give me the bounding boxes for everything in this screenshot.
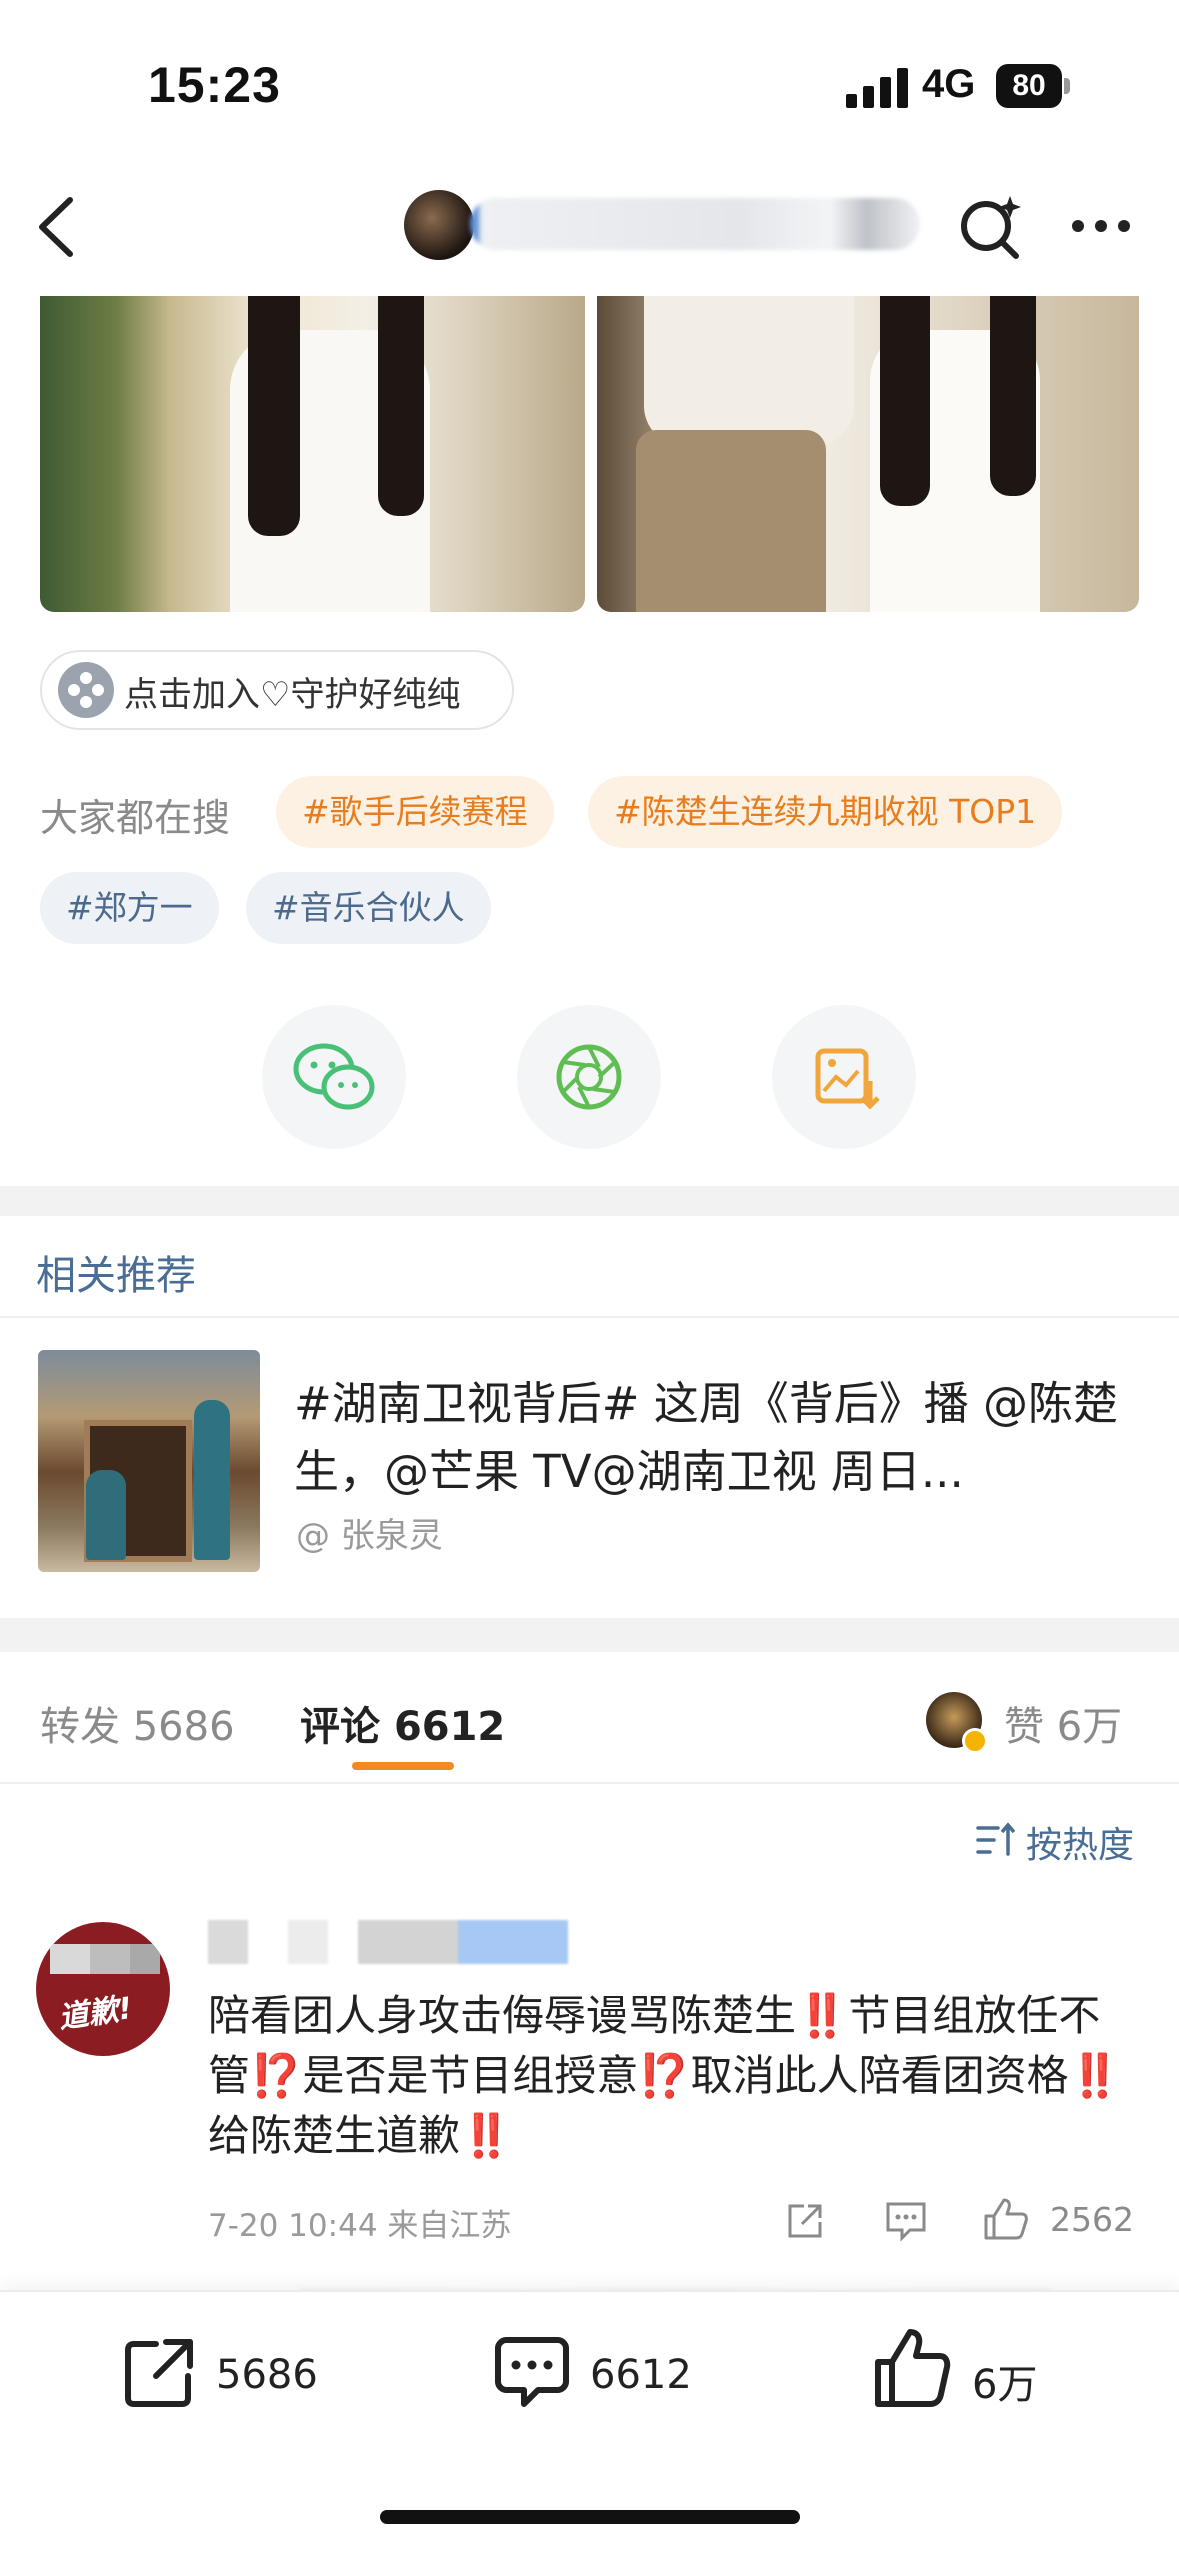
comment-meta: 7-20 10:44 来自江苏 [208, 2200, 511, 2245]
sort-by-hot[interactable]: 按热度 [1026, 1816, 1134, 1868]
comment-time: 7-20 10:44 [208, 2208, 378, 2244]
trending-tag[interactable]: #音乐合伙人 [246, 872, 491, 944]
comment-text-part: 陪看团人身攻击侮辱谩骂陈楚生 [208, 1991, 797, 2040]
author-avatar[interactable] [404, 190, 474, 260]
related-thumbnail-person [86, 1470, 126, 1560]
tab-repost-label: 转发 [40, 1704, 120, 1750]
tab-like[interactable]: 赞 6万 [1004, 1694, 1122, 1752]
bottom-like-count[interactable]: 6万 [972, 2352, 1037, 2410]
repost-icon[interactable] [120, 2332, 200, 2412]
status-time: 15:23 [148, 57, 281, 113]
trending-tag[interactable]: #陈楚生连续九期收视 TOP1 [588, 776, 1063, 848]
tab-comment[interactable]: 评论 6612 [300, 1694, 505, 1752]
verified-badge-icon [962, 1728, 988, 1754]
section-separator [0, 1618, 1179, 1652]
comment-repost-icon[interactable] [784, 2200, 826, 2242]
comment-text-part: 是否是节目组授意 [302, 2051, 639, 2100]
post-image-2-figure-sweater [644, 296, 854, 446]
active-tab-indicator [352, 1762, 454, 1770]
post-image-1-hair-left [248, 296, 300, 536]
tab-comment-count: 6612 [393, 1704, 506, 1750]
comment-like-icon[interactable] [982, 2196, 1030, 2242]
tab-comment-label: 评论 [300, 1704, 380, 1750]
battery-nub [1064, 78, 1070, 94]
tab-repost-count: 5686 [132, 1704, 235, 1750]
save-image-button[interactable] [772, 1005, 916, 1149]
signal-icon [846, 68, 908, 108]
related-post-text[interactable]: #湖南卫视背后# 这周《背后》播 @陈楚生，@芒果 TV@湖南卫视 周日... [294, 1370, 1144, 1506]
divider [0, 1316, 1179, 1318]
moments-icon [556, 1044, 622, 1110]
commenter-name-blurred[interactable] [208, 1920, 568, 1964]
save-image-icon [815, 1048, 880, 1110]
network-type: 4G [922, 62, 976, 106]
related-heading: 相关推荐 [36, 1253, 196, 1299]
comment-location: 来自江苏 [387, 2208, 512, 2244]
comment-emoji: ‼️ [1068, 2051, 1121, 2100]
comment-emoji: ⁉️ [250, 2051, 303, 2100]
more-dots-icon[interactable] [1066, 196, 1136, 256]
comment-like-count: 2562 [1050, 2200, 1134, 2239]
like-icon[interactable] [872, 2326, 952, 2410]
bottom-comment-count[interactable]: 6612 [590, 2352, 692, 2398]
comment-reply-icon[interactable] [884, 2200, 928, 2242]
divider [0, 1782, 1179, 1784]
bottom-repost-count[interactable]: 5686 [216, 2352, 318, 2398]
post-image-2-hair-right [990, 296, 1036, 496]
tab-like-label: 赞 [1004, 1704, 1044, 1750]
chevron-left-icon[interactable] [30, 192, 90, 262]
wechat-icon [293, 1043, 375, 1110]
tab-repost[interactable]: 转发 5686 [40, 1694, 235, 1752]
home-indicator [380, 2510, 800, 2524]
join-label: 点击加入♡守护好纯纯 [124, 675, 461, 715]
search-sparkle-icon[interactable] [956, 192, 1026, 262]
fan-group-icon [58, 662, 114, 718]
post-image-2-hair-left [880, 296, 930, 506]
post-image-2-figure-pants [636, 430, 826, 612]
comment-icon[interactable] [492, 2332, 572, 2412]
section-separator [0, 1186, 1179, 1216]
comment-emoji: ‼️ [796, 1991, 849, 2040]
battery-indicator: 80 [996, 64, 1062, 108]
share-moments-button[interactable] [517, 1005, 661, 1149]
share-wechat-button[interactable] [262, 1005, 406, 1149]
comment-emoji: ⁉️ [638, 2051, 691, 2100]
comment-text[interactable]: 陪看团人身攻击侮辱谩骂陈楚生‼️节目组放任不管⁉️是否是节目组授意⁉️取消此人陪… [208, 1986, 1158, 2166]
sort-icon[interactable] [974, 1820, 1018, 1860]
comment-emoji: ‼️ [460, 2111, 513, 2160]
comment-text-part: 取消此人陪看团资格 [690, 2051, 1069, 2100]
author-name-blurred[interactable] [470, 198, 920, 250]
tab-like-count: 6万 [1056, 1704, 1123, 1750]
comment-text-part: 给陈楚生道歉 [208, 2111, 461, 2160]
trending-search-label: 大家都在搜 [40, 796, 231, 840]
related-post-author[interactable]: @ 张泉灵 [296, 1508, 443, 1557]
related-thumbnail-person [194, 1400, 230, 1560]
trending-tag[interactable]: #歌手后续赛程 [276, 776, 554, 848]
trending-tag[interactable]: #郑方一 [40, 872, 219, 944]
post-image-1-hair-right [378, 296, 424, 516]
